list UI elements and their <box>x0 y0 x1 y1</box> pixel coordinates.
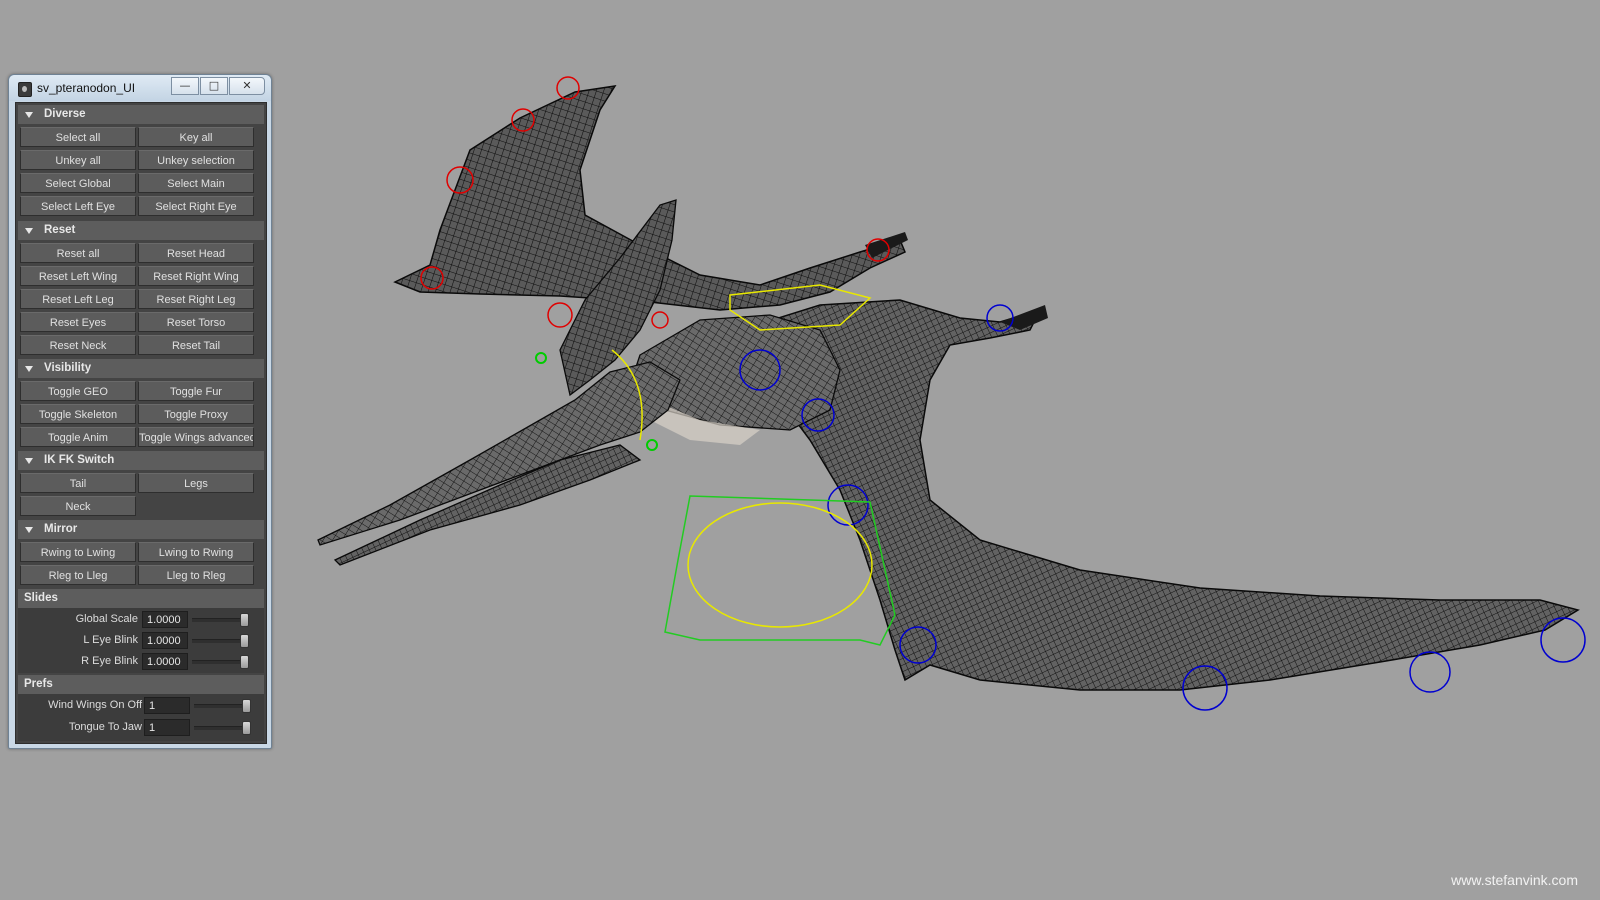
r-eye-blink-field[interactable]: 1.0000 <box>142 653 188 670</box>
section-header-diverse[interactable]: Diverse <box>18 105 264 124</box>
maximize-icon[interactable]: □ <box>200 77 228 95</box>
reset-torso-button[interactable]: Reset Torso <box>138 312 254 332</box>
lwing-to-rwing-button[interactable]: Lwing to Rwing <box>138 542 254 562</box>
ikfk-legs-button[interactable]: Legs <box>138 473 254 493</box>
maya-app-icon <box>18 82 32 97</box>
collapse-triangle-icon <box>25 366 33 372</box>
section-header-visibility[interactable]: Visibility <box>18 359 264 378</box>
select-left-eye-button[interactable]: Select Left Eye <box>20 196 136 216</box>
section-title: Slides <box>24 592 58 604</box>
r-eye-blink-slider-handle[interactable] <box>240 655 249 669</box>
window-content: Diverse Select all Key all Unkey all Unk… <box>15 102 267 744</box>
l-eye-blink-field[interactable]: 1.0000 <box>142 632 188 649</box>
unkey-all-button[interactable]: Unkey all <box>20 150 136 170</box>
collapse-triangle-icon <box>25 458 33 464</box>
window-titlebar[interactable]: sv_pteranodon_UI — □ ✕ <box>9 75 271 101</box>
r-eye-blink-label: R Eye Blink <box>81 655 138 667</box>
key-all-button[interactable]: Key all <box>138 127 254 147</box>
l-eye-blink-slider[interactable] <box>192 639 247 643</box>
unkey-selection-button[interactable]: Unkey selection <box>138 150 254 170</box>
tongue-to-jaw-slider-handle[interactable] <box>242 721 251 735</box>
wind-wings-slider[interactable] <box>194 704 249 708</box>
global-scale-label: Global Scale <box>75 613 138 625</box>
toggle-geo-button[interactable]: Toggle GEO <box>20 381 136 401</box>
lleg-to-rleg-button[interactable]: Lleg to Rleg <box>138 565 254 585</box>
tongue-to-jaw-slider[interactable] <box>194 726 249 730</box>
collapse-triangle-icon <box>25 228 33 234</box>
watermark: www.stefanvink.com <box>1451 872 1578 888</box>
reset-tail-button[interactable]: Reset Tail <box>138 335 254 355</box>
rleg-to-lleg-button[interactable]: Rleg to Lleg <box>20 565 136 585</box>
reset-eyes-button[interactable]: Reset Eyes <box>20 312 136 332</box>
toggle-anim-button[interactable]: Toggle Anim <box>20 427 136 447</box>
section-header-prefs: Prefs <box>18 675 264 694</box>
l-eye-blink-label: L Eye Blink <box>83 634 138 646</box>
section-title: Reset <box>44 224 76 236</box>
rwing-to-lwing-button[interactable]: Rwing to Lwing <box>20 542 136 562</box>
minimize-icon[interactable]: — <box>171 77 199 95</box>
section-title: Diverse <box>44 108 86 120</box>
pteranodon-ui-window[interactable]: sv_pteranodon_UI — □ ✕ Diverse Select al… <box>8 74 272 749</box>
select-all-button[interactable]: Select all <box>20 127 136 147</box>
toggle-fur-button[interactable]: Toggle Fur <box>138 381 254 401</box>
global-scale-slider-handle[interactable] <box>240 613 249 627</box>
ikfk-tail-button[interactable]: Tail <box>20 473 136 493</box>
wind-wings-label: Wind Wings On Off <box>48 699 142 711</box>
section-header-mirror[interactable]: Mirror <box>18 520 264 539</box>
l-eye-blink-slider-handle[interactable] <box>240 634 249 648</box>
toggle-proxy-button[interactable]: Toggle Proxy <box>138 404 254 424</box>
reset-right-wing-button[interactable]: Reset Right Wing <box>138 266 254 286</box>
reset-all-button[interactable]: Reset all <box>20 243 136 263</box>
section-title: Prefs <box>24 678 53 690</box>
global-scale-slider[interactable] <box>192 618 247 622</box>
select-main-button[interactable]: Select Main <box>138 173 254 193</box>
reset-right-leg-button[interactable]: Reset Right Leg <box>138 289 254 309</box>
toggle-skeleton-button[interactable]: Toggle Skeleton <box>20 404 136 424</box>
reset-left-wing-button[interactable]: Reset Left Wing <box>20 266 136 286</box>
window-title: sv_pteranodon_UI <box>37 81 136 95</box>
section-header-reset[interactable]: Reset <box>18 221 264 240</box>
collapse-triangle-icon <box>25 527 33 533</box>
reset-head-button[interactable]: Reset Head <box>138 243 254 263</box>
select-right-eye-button[interactable]: Select Right Eye <box>138 196 254 216</box>
section-title: Mirror <box>44 523 78 535</box>
r-eye-blink-slider[interactable] <box>192 660 247 664</box>
window-controls: — □ ✕ <box>170 77 265 95</box>
section-header-slides: Slides <box>18 589 264 608</box>
section-title: IK FK Switch <box>44 454 115 466</box>
section-title: Visibility <box>44 362 92 374</box>
select-global-button[interactable]: Select Global <box>20 173 136 193</box>
wind-wings-field[interactable]: 1 <box>144 697 190 714</box>
tongue-to-jaw-label: Tongue To Jaw <box>68 721 142 733</box>
collapse-triangle-icon <box>25 112 33 118</box>
pteranodon-model[interactable] <box>317 85 1580 691</box>
global-scale-field[interactable]: 1.0000 <box>142 611 188 628</box>
tongue-to-jaw-field[interactable]: 1 <box>144 719 190 736</box>
close-icon[interactable]: ✕ <box>229 77 265 95</box>
wind-wings-slider-handle[interactable] <box>242 699 251 713</box>
toggle-wings-advanced-button[interactable]: Toggle Wings advanced <box>138 427 254 447</box>
section-header-ikfk[interactable]: IK FK Switch <box>18 451 264 470</box>
reset-left-leg-button[interactable]: Reset Left Leg <box>20 289 136 309</box>
reset-neck-button[interactable]: Reset Neck <box>20 335 136 355</box>
ikfk-neck-button[interactable]: Neck <box>20 496 136 516</box>
